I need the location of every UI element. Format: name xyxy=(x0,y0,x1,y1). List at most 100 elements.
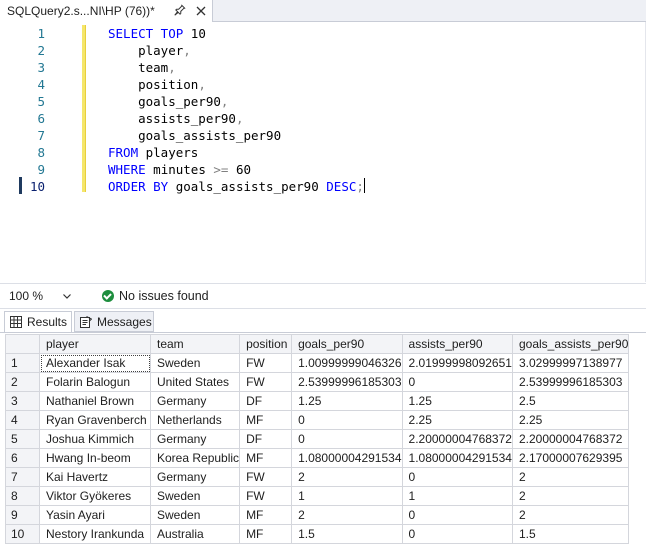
grid-cell-position[interactable]: DF xyxy=(239,391,293,411)
grid-cell-assists-per90[interactable]: 1.08000004291534 xyxy=(401,448,513,468)
code-line[interactable]: position, xyxy=(108,76,206,93)
grid-cell-goals-assists-per90[interactable]: 2 xyxy=(511,486,630,506)
grid-cell-team[interactable]: Australia xyxy=(149,524,241,544)
grid-cell-assists-per90[interactable]: 2.25 xyxy=(401,410,513,430)
issues-indicator[interactable]: No issues found xyxy=(102,287,209,305)
grid-cell-assists-per90[interactable]: 0 xyxy=(401,372,513,392)
grid-cell-goals-per90[interactable]: 0 xyxy=(291,410,403,430)
table-row[interactable]: 5 Joshua Kimmich Germany DF 0 2.2000000476837… xyxy=(5,429,630,449)
code-line[interactable]: team, xyxy=(108,59,176,76)
grid-cell-goals-assists-per90[interactable]: 3.02999997138977 xyxy=(511,353,630,373)
code-line[interactable]: WHERE minutes >= 60 xyxy=(108,161,251,178)
grid-cell-goals-per90[interactable]: 1.25 xyxy=(291,391,403,411)
grid-cell-assists-per90[interactable]: 2.01999998092651 xyxy=(401,353,513,373)
grid-cell-team[interactable]: Germany xyxy=(149,391,241,411)
code-line[interactable]: ORDER BY goals_assists_per90 DESC; xyxy=(108,178,365,195)
zoom-dropdown[interactable]: 100 % xyxy=(4,286,76,305)
grid-cell-goals-assists-per90[interactable]: 1.5 xyxy=(511,524,630,544)
code-line[interactable]: assists_per90, xyxy=(108,110,243,127)
column-header-assists-per90[interactable]: assists_per90 xyxy=(401,334,513,354)
grid-cell-assists-per90[interactable]: 1 xyxy=(401,486,513,506)
query-tab[interactable]: SQLQuery2.s...NI\HP (76))* xyxy=(0,0,213,22)
grid-cell-player[interactable]: Alexander Isak xyxy=(39,353,151,373)
grid-cell-player[interactable]: Kai Havertz xyxy=(39,467,151,487)
grid-cell-goals-per90[interactable]: 1.08000004291534 xyxy=(291,448,403,468)
grid-cell-assists-per90[interactable]: 0 xyxy=(401,524,513,544)
grid-cell-assists-per90[interactable]: 2.20000004768372 xyxy=(401,429,513,449)
table-row[interactable]: 8 Viktor Gyökeres Sweden FW 1 1 2 xyxy=(5,486,630,506)
row-number[interactable]: 3 xyxy=(5,391,40,411)
grid-cell-position[interactable]: MF xyxy=(239,505,293,525)
grid-cell-goals-per90[interactable]: 1 xyxy=(291,486,403,506)
row-number[interactable]: 5 xyxy=(5,429,40,449)
pin-icon[interactable] xyxy=(171,3,187,19)
grid-cell-assists-per90[interactable]: 0 xyxy=(401,505,513,525)
code-line[interactable]: goals_per90, xyxy=(108,93,228,110)
grid-cell-goals-per90[interactable]: 2 xyxy=(291,467,403,487)
table-row[interactable]: 9 Yasin Ayari Sweden MF 2 0 2 xyxy=(5,505,630,525)
row-number[interactable]: 2 xyxy=(5,372,40,392)
grid-cell-goals-per90[interactable]: 1.5 xyxy=(291,524,403,544)
column-header-player[interactable]: player xyxy=(39,334,151,354)
grid-cell-position[interactable]: MF xyxy=(239,524,293,544)
row-number-header[interactable] xyxy=(5,334,40,354)
grid-cell-player[interactable]: Nathaniel Brown xyxy=(39,391,151,411)
column-header-goals-assists-per90[interactable]: goals_assists_per90 xyxy=(511,334,630,354)
grid-cell-position[interactable]: FW xyxy=(239,467,293,487)
code-line[interactable]: goals_assists_per90 xyxy=(108,127,281,144)
grid-cell-goals-per90[interactable]: 1.00999999046326 xyxy=(291,353,403,373)
column-header-team[interactable]: team xyxy=(149,334,241,354)
table-row[interactable]: 1 Alexander Isak Sweden FW 1.00999999046326 2… xyxy=(5,353,630,373)
grid-cell-goals-per90[interactable]: 2 xyxy=(291,505,403,525)
grid-cell-team[interactable]: Germany xyxy=(149,467,241,487)
table-row[interactable]: 7 Kai Havertz Germany FW 2 0 2 xyxy=(5,467,630,487)
grid-cell-team[interactable]: Sweden xyxy=(149,505,241,525)
grid-cell-player[interactable]: Viktor Gyökeres xyxy=(39,486,151,506)
grid-cell-goals-assists-per90[interactable]: 2.5 xyxy=(511,391,630,411)
grid-cell-player[interactable]: Folarin Balogun xyxy=(39,372,151,392)
grid-cell-position[interactable]: DF xyxy=(239,429,293,449)
grid-cell-goals-assists-per90[interactable]: 2.17000007629395 xyxy=(511,448,630,468)
grid-cell-assists-per90[interactable]: 1.25 xyxy=(401,391,513,411)
grid-cell-goals-assists-per90[interactable]: 2 xyxy=(511,467,630,487)
grid-cell-position[interactable]: MF xyxy=(239,448,293,468)
results-grid[interactable]: player team position goals_per90 assists_per… xyxy=(5,334,630,544)
sql-editor[interactable]: 1 2 3 4 5 6 7 8 9 10 SELECT TOP 10 player, team, … xyxy=(0,22,646,282)
row-number[interactable]: 10 xyxy=(5,524,40,544)
grid-cell-goals-assists-per90[interactable]: 2.25 xyxy=(511,410,630,430)
grid-cell-player[interactable]: Yasin Ayari xyxy=(39,505,151,525)
grid-cell-team[interactable]: United States xyxy=(149,372,241,392)
grid-cell-player[interactable]: Ryan Gravenberch xyxy=(39,410,151,430)
tab-messages[interactable]: Messages xyxy=(74,311,154,332)
row-number[interactable]: 1 xyxy=(5,353,40,373)
row-number[interactable]: 8 xyxy=(5,486,40,506)
code-line[interactable]: player, xyxy=(108,42,191,59)
row-number[interactable]: 6 xyxy=(5,448,40,468)
code-line[interactable]: SELECT TOP 10 xyxy=(108,25,206,42)
table-row[interactable]: 2 Folarin Balogun United States FW 2.5399999… xyxy=(5,372,630,392)
grid-cell-goals-assists-per90[interactable]: 2.20000004768372 xyxy=(511,429,630,449)
table-row[interactable]: 10 Nestory Irankunda Australia MF 1.5 0 1.5 xyxy=(5,524,630,544)
row-number[interactable]: 9 xyxy=(5,505,40,525)
grid-cell-team[interactable]: Sweden xyxy=(149,353,241,373)
row-number[interactable]: 7 xyxy=(5,467,40,487)
table-row[interactable]: 4 Ryan Gravenberch Netherlands MF 0 2.25 2.25 xyxy=(5,410,630,430)
table-row[interactable]: 6 Hwang In-beom Korea Republic MF 1.08000004… xyxy=(5,448,630,468)
grid-cell-assists-per90[interactable]: 0 xyxy=(401,467,513,487)
grid-cell-team[interactable]: Germany xyxy=(149,429,241,449)
grid-cell-position[interactable]: FW xyxy=(239,353,293,373)
tab-results[interactable]: Results xyxy=(4,311,72,332)
grid-cell-team[interactable]: Sweden xyxy=(149,486,241,506)
grid-cell-goals-per90[interactable]: 0 xyxy=(291,429,403,449)
grid-cell-position[interactable]: FW xyxy=(239,486,293,506)
grid-cell-player[interactable]: Nestory Irankunda xyxy=(39,524,151,544)
results-grid-area[interactable]: player team position goals_per90 assists_per… xyxy=(0,333,646,556)
code-line[interactable]: FROM players xyxy=(108,144,198,161)
table-row[interactable]: 3 Nathaniel Brown Germany DF 1.25 1.25 2.5 xyxy=(5,391,630,411)
grid-cell-goals-assists-per90[interactable]: 2 xyxy=(511,505,630,525)
grid-cell-player[interactable]: Hwang In-beom xyxy=(39,448,151,468)
grid-cell-goals-per90[interactable]: 2.53999996185303 xyxy=(291,372,403,392)
grid-cell-position[interactable]: MF xyxy=(239,410,293,430)
grid-cell-team[interactable]: Korea Republic xyxy=(149,448,241,468)
grid-cell-goals-assists-per90[interactable]: 2.53999996185303 xyxy=(511,372,630,392)
